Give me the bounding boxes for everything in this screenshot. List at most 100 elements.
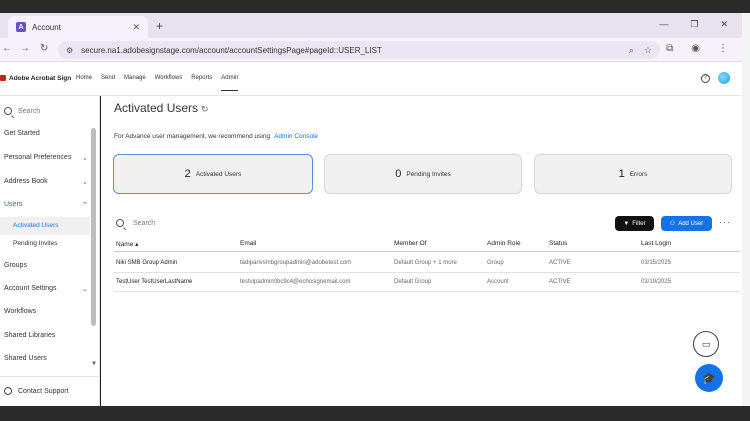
url-text: secure.na1.adobesignstage.com/account/ac…	[81, 45, 382, 55]
sort-asc-icon: ▴	[135, 241, 139, 248]
cell-member-of: Default Group	[394, 279, 432, 285]
avatar[interactable]	[718, 72, 730, 84]
search-icon	[4, 107, 12, 115]
support-icon	[4, 387, 12, 395]
table-row[interactable]: Niki SMB Group Admin tadiparivsmbgroupad…	[114, 254, 740, 273]
reload-icon[interactable]: ↻	[40, 43, 48, 54]
search-icon	[116, 219, 124, 227]
main-content: Activated Users ↻ For Advance user manage…	[101, 96, 742, 406]
refresh-icon[interactable]: ↻	[201, 104, 209, 114]
sidebar-subitem-activated-users[interactable]: Activated Users	[0, 217, 90, 235]
learning-cap-icon[interactable]: 🎓	[695, 364, 723, 392]
brand[interactable]: Adobe Acrobat Sign	[0, 75, 71, 82]
sidebar-item-users[interactable]: Users ⌃	[4, 201, 88, 209]
nav-manage[interactable]: Manage	[124, 75, 146, 91]
nav-admin[interactable]: Admin	[221, 75, 239, 91]
cell-status: ACTIVE	[549, 279, 571, 285]
card-count: 1	[618, 168, 625, 180]
sidebar-subitem-pending-invites[interactable]: Pending Invites	[0, 235, 90, 253]
cell-last-login: 03/19/2025	[641, 279, 672, 285]
cell-status: ACTIVE	[549, 260, 571, 266]
restore-icon[interactable]: ❐	[690, 19, 698, 30]
zoom-icon[interactable]: ⌕	[629, 45, 634, 56]
site-info-icon[interactable]: ⚙	[66, 46, 73, 55]
sidebar-item-workflows[interactable]: Workflows	[4, 308, 88, 315]
back-icon[interactable]: ←	[2, 43, 12, 54]
sidebar-item-shared-libraries[interactable]: Shared Libraries	[4, 332, 88, 339]
chevron-down-icon: ⌄	[82, 155, 88, 162]
col-name[interactable]: Name ▴	[116, 240, 138, 248]
cell-email: testvipadmin0bc9c4@echosignemail.com	[240, 279, 351, 285]
col-member-of[interactable]: Member Of	[394, 240, 427, 247]
cell-last-login: 03/15/2025	[641, 260, 672, 266]
cell-admin-role: Group	[487, 260, 504, 266]
table-row[interactable]: TestUser TestUserLastName testvipadmin0b…	[114, 273, 740, 292]
col-email[interactable]: Email	[240, 240, 256, 247]
more-options-icon[interactable]: ···	[719, 217, 731, 227]
sidebar-search[interactable]: Search	[4, 107, 40, 115]
cell-email: tadiparivsmbgroupadmin@adobetest.com	[240, 260, 352, 266]
sidebar-item-address-book[interactable]: Address Book ⌄	[4, 178, 88, 186]
sidebar-item-groups[interactable]: Groups	[4, 262, 88, 269]
browser-tab[interactable]: A Account ✕	[8, 16, 148, 38]
card-label: Errors	[629, 170, 648, 178]
top-edge	[0, 0, 750, 13]
cell-name: TestUser TestUserLastName	[116, 279, 193, 285]
adobe-logo-icon	[0, 75, 6, 81]
nav-workflows[interactable]: Workflows	[155, 75, 183, 91]
page-title: Activated Users ↻	[114, 101, 209, 115]
window-close-icon[interactable]: ✕	[720, 19, 728, 30]
app-header: Adobe Acrobat Sign Home Send Manage Work…	[0, 62, 742, 96]
window-controls: — ❐ ✕	[659, 19, 728, 30]
cell-member-of: Default Group + 1 more	[394, 260, 457, 266]
admin-console-link[interactable]: Admin Console	[274, 133, 318, 140]
cell-name: Niki SMB Group Admin	[116, 260, 178, 266]
sidebar-item-shared-users[interactable]: Shared Users	[4, 355, 88, 362]
brand-name: Adobe Acrobat Sign	[9, 75, 72, 82]
contact-support[interactable]: Contact Support	[0, 376, 100, 395]
filter-button[interactable]: ▼ Filter	[615, 216, 654, 231]
nav-reports[interactable]: Reports	[191, 75, 212, 91]
chat-icon[interactable]: ▭	[693, 331, 719, 357]
col-last-login[interactable]: Last Login	[641, 240, 671, 247]
bookmark-star-icon[interactable]: ☆	[644, 45, 652, 56]
tab-title: Account	[32, 22, 61, 32]
extensions-icon[interactable]: ⧉	[666, 43, 673, 54]
close-icon[interactable]: ✕	[132, 22, 140, 33]
chevron-up-icon: ⌃	[82, 202, 88, 209]
nav-send[interactable]: Send	[101, 75, 115, 91]
users-search-placeholder: Search	[133, 219, 156, 227]
contact-support-label: Contact Support	[18, 387, 69, 395]
new-tab-icon[interactable]: +	[156, 19, 163, 33]
profile-icon[interactable]: ◉	[691, 43, 700, 54]
minimize-icon[interactable]: —	[659, 19, 668, 30]
acrobat-favicon-icon: A	[16, 22, 26, 32]
filter-icon: ▼	[623, 220, 630, 227]
sidebar-search-placeholder: Search	[18, 107, 41, 115]
url-field[interactable]: ⚙ secure.na1.adobesignstage.com/account/…	[58, 41, 660, 59]
sidebar-item-personal-preferences[interactable]: Personal Preferences ⌄	[4, 154, 88, 162]
forward-icon[interactable]: →	[20, 43, 30, 54]
col-status[interactable]: Status	[549, 240, 567, 247]
add-user-button[interactable]: ⚇ Add User	[661, 216, 712, 231]
right-edge	[742, 13, 750, 406]
sidebar-item-account-settings[interactable]: Account Settings ⌄	[4, 285, 88, 293]
card-count: 0	[395, 168, 402, 180]
nav-home[interactable]: Home	[76, 75, 92, 91]
card-errors[interactable]: 1 Errors	[534, 154, 732, 194]
chevron-down-icon: ⌄	[82, 286, 88, 293]
users-search[interactable]: Search	[116, 219, 155, 227]
help-icon[interactable]: ?	[701, 74, 710, 83]
browser-tab-bar: A Account ✕ + — ❐ ✕	[0, 13, 742, 38]
col-admin-role[interactable]: Admin Role	[487, 240, 521, 247]
card-label: Pending Invites	[406, 170, 451, 178]
scroll-down-icon[interactable]: ▼	[91, 361, 97, 367]
card-activated-users[interactable]: 2 Activated Users	[113, 154, 313, 194]
sidebar-scrollbar[interactable]	[91, 128, 96, 326]
add-user-icon: ⚇	[669, 221, 676, 227]
card-pending-invites[interactable]: 0 Pending Invites	[324, 154, 522, 194]
sidebar-item-get-started[interactable]: Get Started	[4, 130, 88, 137]
card-label: Activated Users	[195, 170, 242, 178]
menu-kebab-icon[interactable]: ⋮	[718, 43, 728, 54]
card-count: 2	[184, 168, 191, 180]
